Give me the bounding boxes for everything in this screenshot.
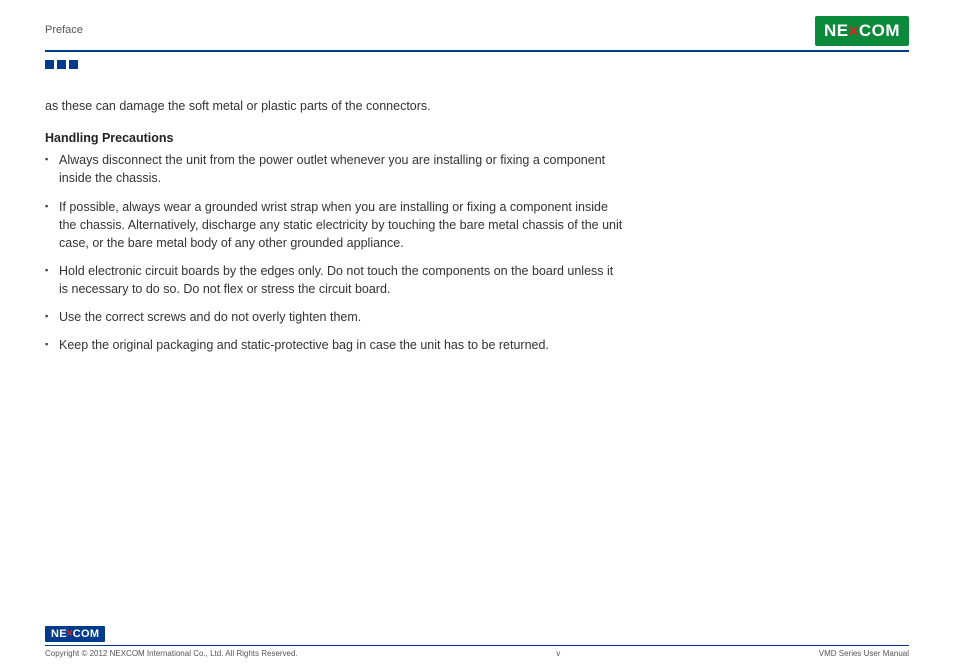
list-item: Always disconnect the unit from the powe… — [45, 151, 625, 187]
logo-x-icon: ✕ — [848, 23, 860, 40]
logo-part-left: NE — [824, 21, 849, 41]
document-page: Preface NE ✕ COM as these can damage the… — [0, 0, 954, 672]
list-item: If possible, always wear a grounded wris… — [45, 198, 625, 252]
intro-text: as these can damage the soft metal or pl… — [45, 97, 625, 115]
logo-part-right: COM — [859, 21, 900, 41]
subheading: Handling Precautions — [45, 129, 625, 147]
section-title: Preface — [45, 24, 83, 46]
brand-logo: NE ✕ COM — [815, 16, 909, 46]
decorative-squares — [45, 60, 909, 69]
square-icon — [69, 60, 78, 69]
page-header: Preface NE ✕ COM — [45, 0, 909, 46]
footer-row: Copyright © 2012 NEXCOM International Co… — [45, 649, 909, 658]
header-rule — [45, 50, 909, 52]
logo-part-left: NE — [51, 628, 67, 640]
square-icon — [57, 60, 66, 69]
copyright-text: Copyright © 2012 NEXCOM International Co… — [45, 649, 298, 658]
page-number: v — [556, 649, 560, 658]
page-footer: NE ✕ COM Copyright © 2012 NEXCOM Interna… — [45, 624, 909, 659]
manual-title: VMD Series User Manual — [819, 649, 909, 658]
logo-part-right: COM — [73, 628, 100, 640]
list-item: Hold electronic circuit boards by the ed… — [45, 262, 625, 298]
square-icon — [45, 60, 54, 69]
list-item: Use the correct screws and do not overly… — [45, 308, 625, 326]
footer-brand-logo: NE ✕ COM — [45, 626, 105, 642]
bullet-list: Always disconnect the unit from the powe… — [45, 151, 625, 354]
body-content: as these can damage the soft metal or pl… — [45, 97, 625, 354]
footer-rule — [45, 645, 909, 647]
list-item: Keep the original packaging and static-p… — [45, 336, 625, 354]
